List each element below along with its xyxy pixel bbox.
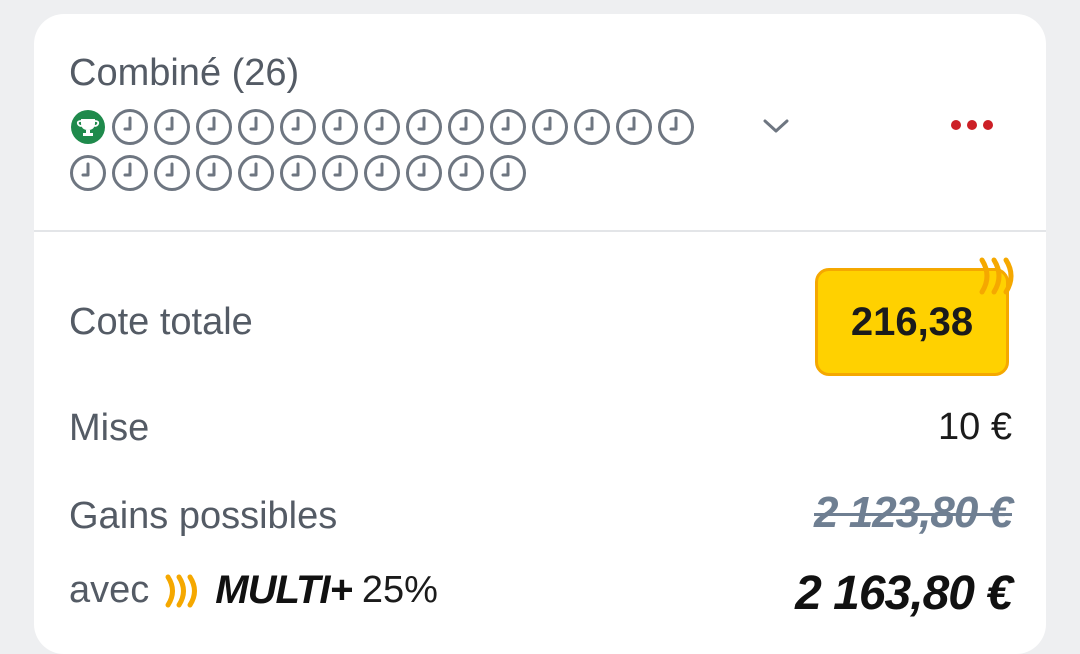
clock-icon [322, 155, 358, 191]
bet-title: Combiné (26) [69, 52, 300, 94]
selection-status-row [69, 154, 527, 192]
clock-icon [112, 155, 148, 191]
clock-icon [574, 109, 610, 145]
stake-label: Mise [69, 407, 150, 449]
boost-prefix: avec [69, 569, 150, 611]
stake-value: 10 € [938, 406, 1012, 448]
more-dots-icon [951, 120, 961, 130]
trophy-icon [71, 110, 105, 144]
clock-icon [154, 155, 190, 191]
gains-with-boost: 2 163,80 € [795, 567, 1013, 620]
clock-icon [658, 109, 694, 145]
clock-icon [196, 109, 232, 145]
clock-icon [280, 155, 316, 191]
clock-icon [532, 109, 568, 145]
clock-icon [364, 109, 400, 145]
more-dot [967, 120, 977, 130]
more-options-button[interactable] [942, 110, 1002, 140]
divider [34, 230, 1046, 232]
clock-icon [280, 109, 316, 145]
total-odds-value: 216,38 [850, 299, 974, 344]
clock-icon [70, 155, 106, 191]
clock-icon [448, 155, 484, 191]
clock-icon [406, 109, 442, 145]
boost-row: avec MULTI+ 25% [69, 568, 438, 613]
clock-icon [238, 155, 274, 191]
bet-slip-card: Combiné (26) Cote totale 216,38 Mise 10 … [34, 14, 1046, 654]
bet-slip-header[interactable]: Combiné (26) [34, 14, 1046, 230]
clock-icon [322, 109, 358, 145]
clock-icon [406, 155, 442, 191]
clock-icon [616, 109, 652, 145]
odds-label: Cote totale [69, 301, 253, 343]
clock-icon [490, 155, 526, 191]
clock-icon [238, 109, 274, 145]
multi-boost-icon [165, 574, 198, 607]
clock-icon [490, 109, 526, 145]
clock-icon [154, 109, 190, 145]
clock-icon [448, 109, 484, 145]
gains-label: Gains possibles [69, 495, 338, 537]
boost-chevrons-icon [979, 257, 1014, 295]
multi-brand-logo: MULTI+ [215, 568, 353, 612]
clock-icon [364, 155, 400, 191]
clock-icon [112, 109, 148, 145]
gains-before-boost: 2 123,80 € [814, 488, 1013, 537]
selection-status-row [69, 108, 695, 146]
clock-icon [196, 155, 232, 191]
chevron-down-icon[interactable] [761, 114, 791, 138]
more-dot [983, 120, 993, 130]
boost-percent: 25% [361, 569, 438, 611]
